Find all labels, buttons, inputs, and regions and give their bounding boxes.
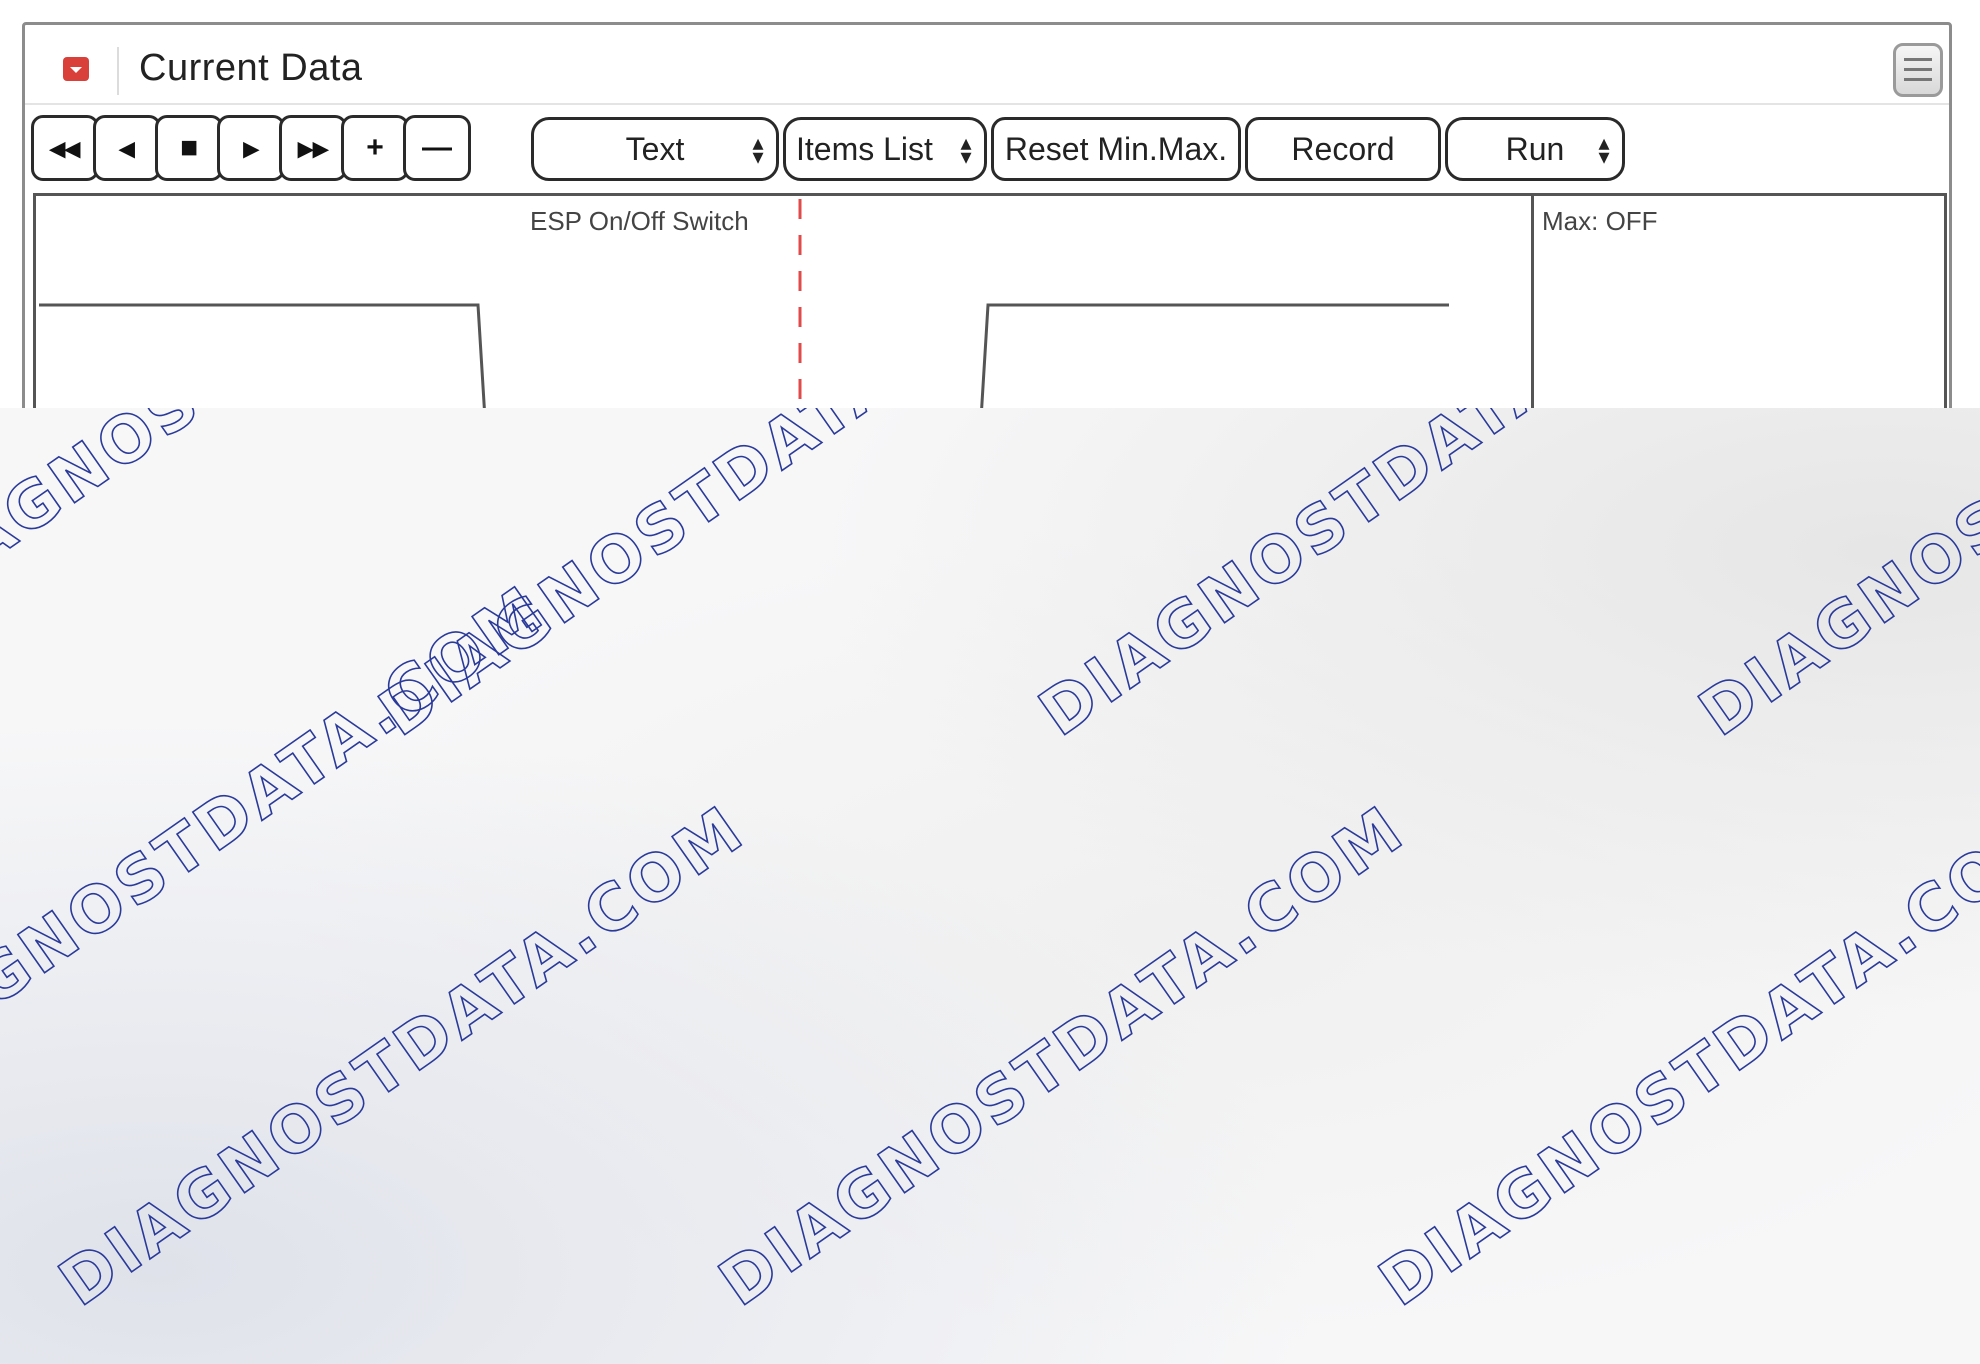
hamburger-line — [1904, 78, 1932, 81]
title-bar: Current Data — [25, 25, 1949, 105]
watermark-text: DIAGNOSTDATA.COM — [367, 408, 1079, 751]
watermark-background: DIAGNOSTDATA.COM DIAGNOSTDATA.COM DIAGNOST… — [0, 408, 1980, 1364]
view-mode-select[interactable]: Text ▴ ▾ — [531, 117, 779, 181]
next-frame-button[interactable]: ▸ — [217, 115, 285, 181]
window-title: Current Data — [139, 47, 363, 89]
run-select[interactable]: Run ▴ ▾ — [1445, 117, 1625, 181]
current-data-window: Current Data ◂◂ ◂ ■ ▸ ▸▸ + — Text ▴ ▾ Ite… — [22, 22, 1952, 422]
updown-icon: ▴ ▾ — [960, 130, 972, 169]
menu-button[interactable] — [1893, 43, 1943, 97]
zoom-out-button[interactable]: — — [403, 115, 471, 181]
min-max-panel: Max: OFF — [1531, 193, 1947, 419]
step-back-icon: ◂ — [119, 131, 135, 165]
fast-rewind-icon: ◂◂ — [49, 131, 81, 165]
items-list-select[interactable]: Items List ▴ ▾ — [783, 117, 987, 181]
record-button[interactable]: Record — [1245, 117, 1441, 181]
reset-min-max-button[interactable]: Reset Min.Max. — [991, 117, 1241, 181]
fast-forward-icon: ▸▸ — [297, 131, 329, 165]
step-forward-icon: ▸ — [243, 131, 259, 165]
record-label: Record — [1291, 130, 1395, 167]
reset-min-max-label: Reset Min.Max. — [1004, 130, 1228, 167]
watermark-text: DIAGNOSTDATA.COM — [1027, 408, 1739, 751]
plus-icon: + — [366, 131, 384, 164]
hamburger-line — [1904, 68, 1932, 71]
first-frame-button[interactable]: ◂◂ — [31, 115, 99, 181]
updown-icon: ▴ ▾ — [752, 130, 764, 169]
updown-icon: ▴ ▾ — [1598, 130, 1610, 169]
items-list-value: Items List — [796, 130, 933, 167]
zoom-in-button[interactable]: + — [341, 115, 409, 181]
max-value-label: Max: OFF — [1542, 206, 1658, 236]
title-divider — [117, 47, 119, 95]
watermark-text: DIAGNOSTDATA.COM — [1367, 792, 1980, 1321]
stop-button[interactable]: ■ — [155, 115, 223, 181]
signal-trace-right — [979, 303, 1449, 419]
previous-frame-button[interactable]: ◂ — [93, 115, 161, 181]
minus-icon: — — [422, 131, 452, 164]
watermark-text: DIAGNOSTDATA.COM — [1687, 408, 1980, 751]
watermark-layer: DIAGNOSTDATA.COMDIAGNOSTDATA.COMDIAGNOST… — [0, 408, 1980, 1322]
run-value: Run — [1505, 130, 1565, 167]
signal-trace-left — [39, 303, 487, 419]
last-frame-button[interactable]: ▸▸ — [279, 115, 347, 181]
view-mode-value: Text — [625, 130, 685, 167]
hamburger-icon — [1904, 58, 1932, 61]
collapse-icon[interactable] — [63, 57, 89, 81]
graph-panel: ESP On/Off Switch — [33, 193, 1533, 419]
graph-plot — [39, 199, 1449, 419]
watermark-text: DIAGNOSTDATA.COM — [707, 792, 1419, 1321]
stop-icon: ■ — [179, 131, 199, 164]
